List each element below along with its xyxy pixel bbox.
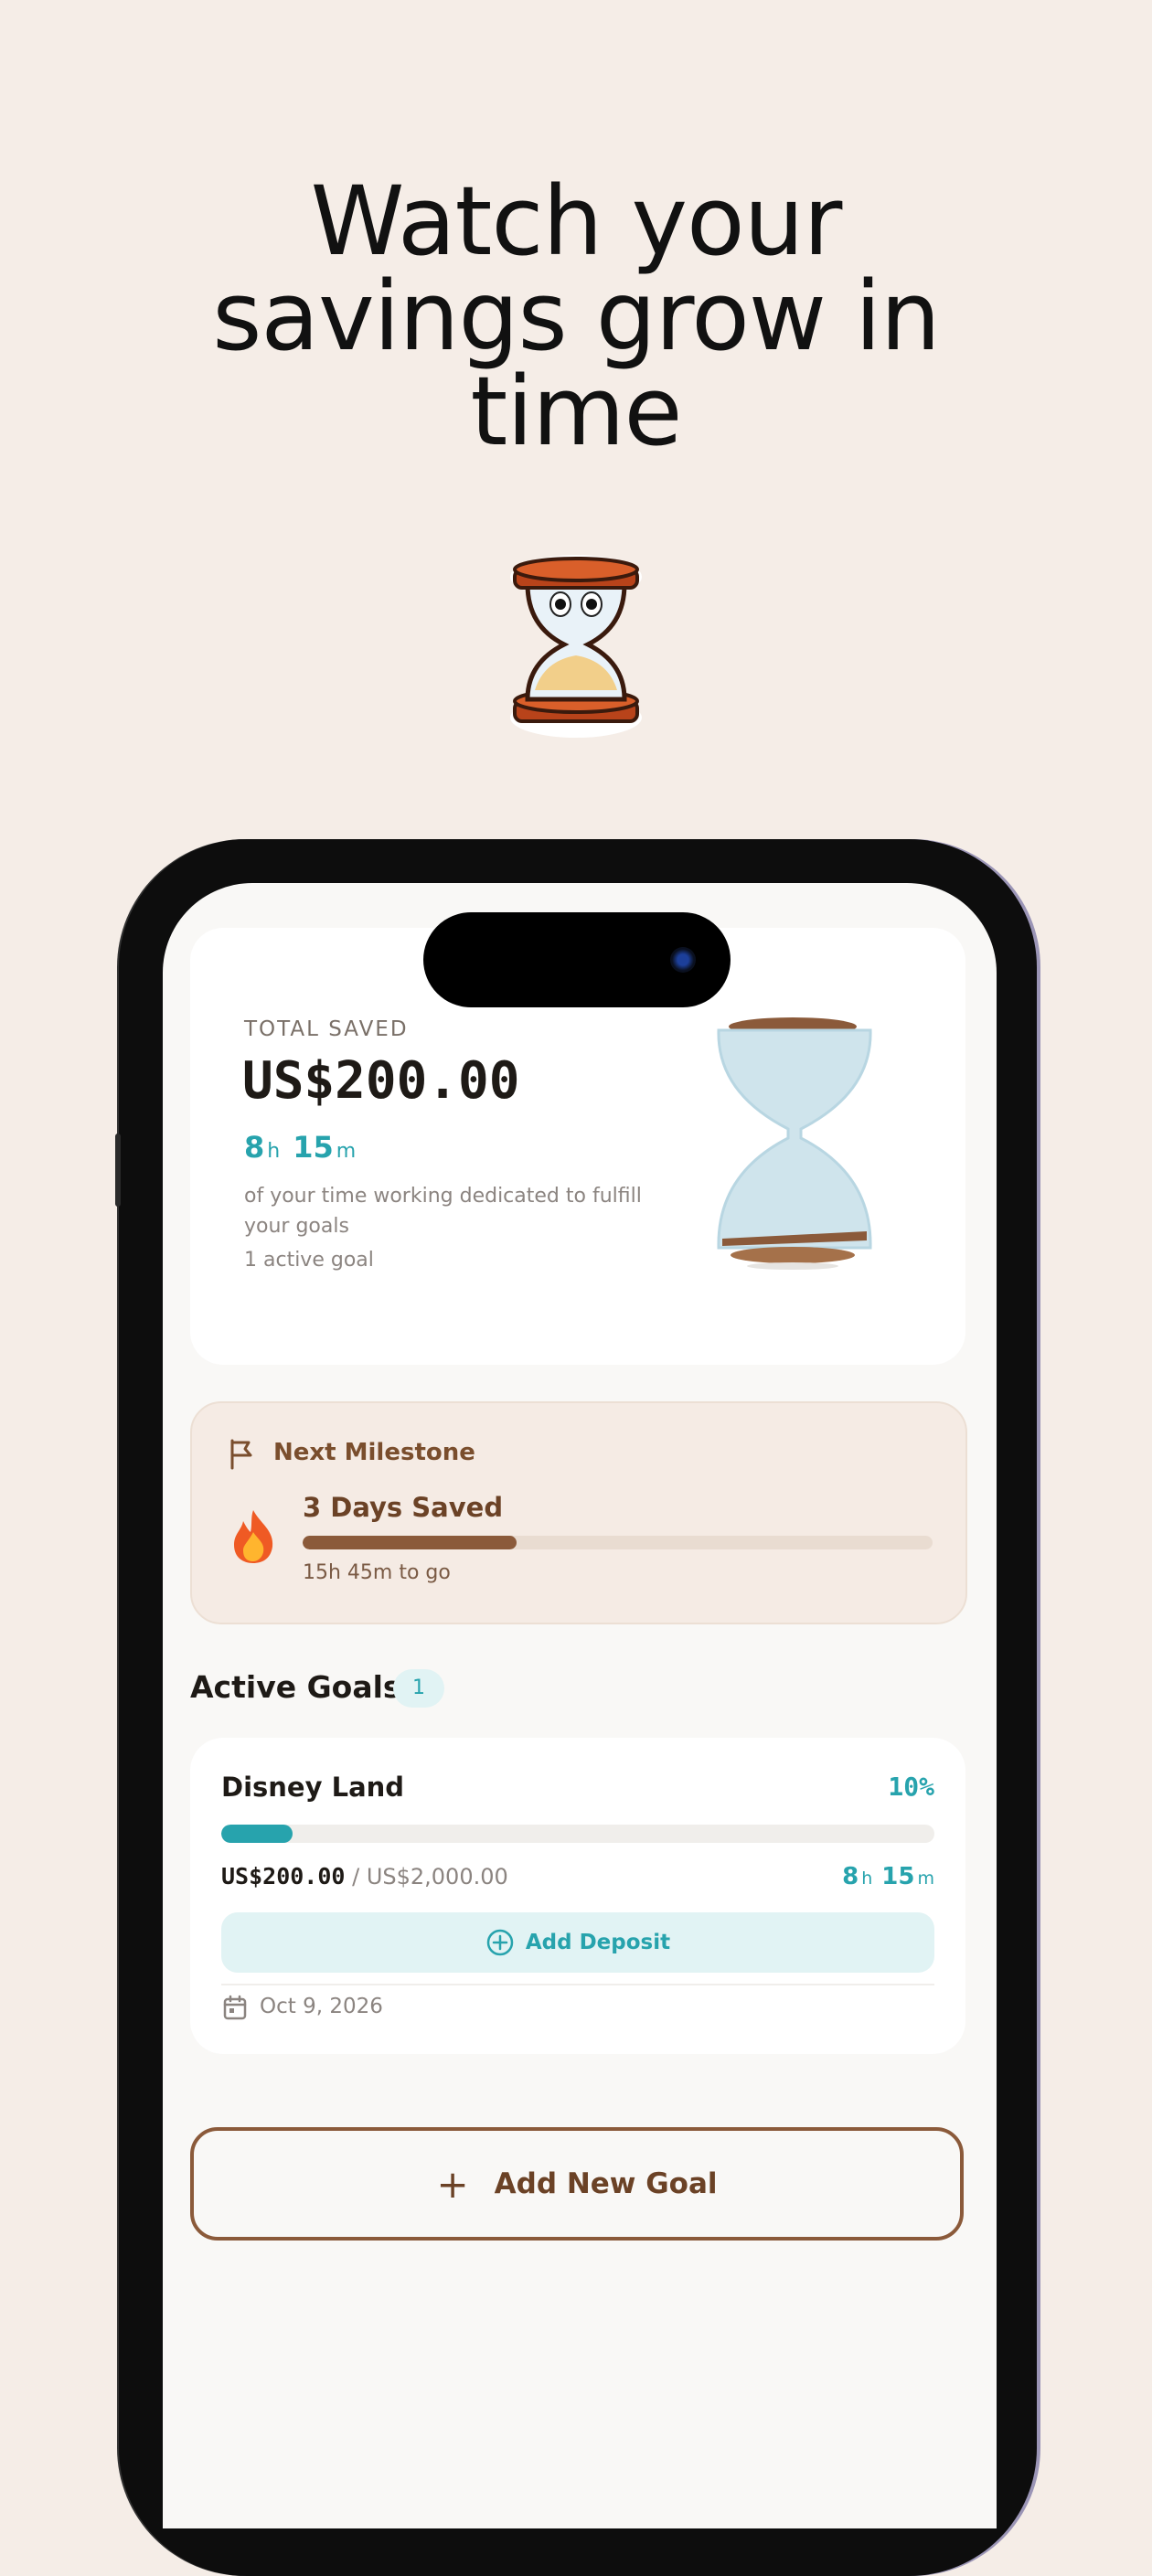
milestone-progress-track [303, 1536, 933, 1549]
headline-line-1: Watch your [310, 165, 843, 277]
time-description: of your time working dedicated to fulfil… [244, 1185, 642, 1238]
minutes-unit: m [336, 1140, 357, 1163]
active-goal-count: 1 active goal [244, 1249, 374, 1272]
add-new-goal-button[interactable]: + Add New Goal [190, 2127, 964, 2241]
goal-progress-fill [221, 1825, 293, 1843]
goal-minutes: 15 [881, 1863, 915, 1890]
goal-name: Disney Land [221, 1772, 405, 1803]
goal-date: Oct 9, 2026 [260, 1995, 383, 2018]
milestone-progress-fill [303, 1536, 517, 1549]
milestone-name: 3 Days Saved [303, 1492, 504, 1523]
camera-icon [670, 947, 696, 973]
total-saved-label: TOTAL SAVED [244, 1017, 409, 1041]
headline: Watch your savings grow in time [0, 174, 1152, 459]
goal-hours: 8 [842, 1863, 859, 1890]
headline-line-3: time [470, 356, 683, 467]
goal-time: 8 h 15 m [823, 1863, 934, 1890]
add-deposit-button[interactable]: Add Deposit [221, 1912, 934, 1973]
plus-circle-icon [486, 1929, 514, 1956]
hourglass-mascot-icon [510, 555, 642, 738]
hours-value: 8 [244, 1130, 265, 1165]
hourglass-icon [717, 1017, 872, 1270]
fire-icon [234, 1510, 273, 1563]
goal-minutes-unit: m [917, 1868, 934, 1889]
headline-line-2: savings grow in [212, 261, 941, 372]
milestone-remaining: 15h 45m to go [303, 1561, 451, 1584]
active-goals-count-badge: 1 [393, 1669, 444, 1708]
goal-saved-amount: US$200.00 [221, 1863, 346, 1889]
goal-hours-unit: h [861, 1868, 873, 1889]
time-worked: 8 h 15 m [244, 1130, 368, 1165]
goal-percent: 10% [888, 1772, 934, 1802]
plus-icon: + [436, 2161, 469, 2207]
dynamic-island [423, 912, 731, 1007]
minutes-value: 15 [293, 1130, 334, 1165]
phone-side-button [115, 1134, 121, 1207]
hours-unit: h [267, 1140, 281, 1163]
add-deposit-label: Add Deposit [525, 1931, 671, 1954]
calendar-icon [223, 1995, 247, 2020]
flag-icon [230, 1439, 252, 1470]
total-saved-amount: US$200.00 [242, 1051, 520, 1111]
add-new-goal-label: Add New Goal [494, 2167, 718, 2200]
goal-amounts: US$200.00 / US$2,000.00 [221, 1863, 508, 1889]
goal-divider [221, 1984, 934, 1985]
milestone-title: Next Milestone [273, 1439, 475, 1466]
active-goals-heading: Active Goals [190, 1669, 401, 1705]
goal-target-amount: / US$2,000.00 [345, 1864, 508, 1889]
goal-progress-track [221, 1825, 934, 1843]
